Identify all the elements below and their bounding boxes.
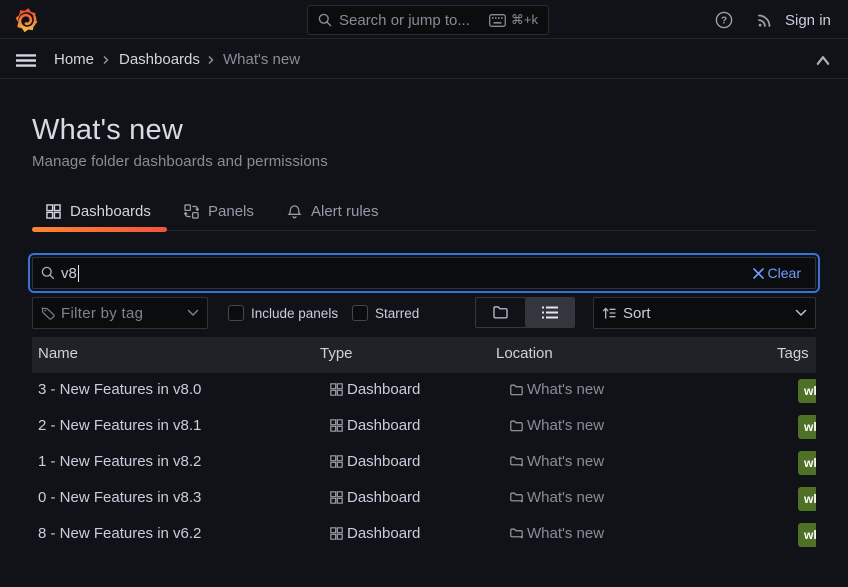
svg-text:?: ? <box>721 16 727 27</box>
